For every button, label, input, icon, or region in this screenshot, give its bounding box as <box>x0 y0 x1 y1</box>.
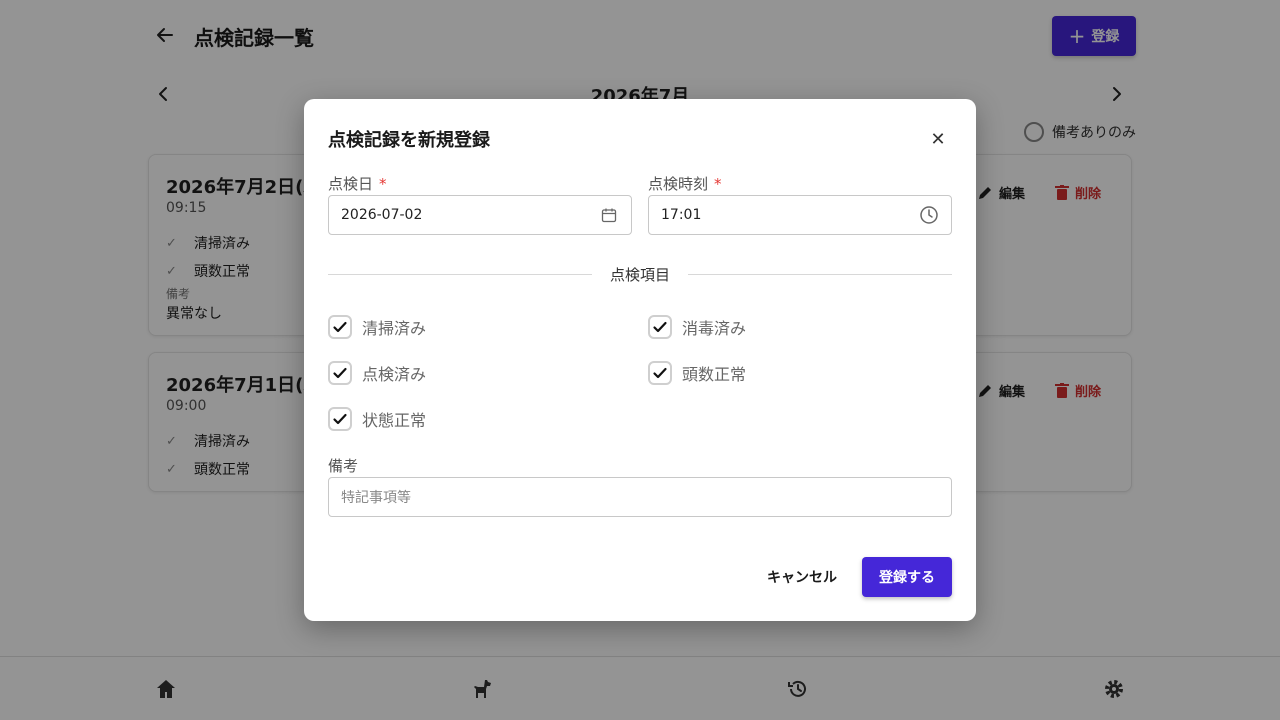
checkbox-condition-normal[interactable]: 状態正常 <box>328 407 426 431</box>
cancel-button[interactable]: キャンセル <box>754 557 850 597</box>
checkbox-checked-icon <box>328 315 352 339</box>
required-mark: * <box>379 175 387 193</box>
time-field-label: 点検時刻 * <box>648 173 722 194</box>
checkbox-label: 状態正常 <box>362 411 427 430</box>
note-field-label: 備考 <box>328 457 359 475</box>
checkbox-label: 清掃済み <box>362 319 427 338</box>
close-icon[interactable]: ✕ <box>928 129 948 150</box>
checkbox-headcount-normal[interactable]: 頭数正常 <box>648 361 746 385</box>
date-label-text: 点検日 <box>328 175 374 193</box>
section-divider-right <box>688 274 952 275</box>
time-value: 17:01 <box>661 207 702 223</box>
date-field-label: 点検日 * <box>328 173 387 194</box>
note-placeholder: 特記事項等 <box>341 490 411 506</box>
required-mark: * <box>714 175 722 193</box>
submit-button[interactable]: 登録する <box>862 557 952 597</box>
checkbox-cleaned[interactable]: 清掃済み <box>328 315 426 339</box>
note-input[interactable]: 特記事項等 <box>328 477 952 517</box>
time-label-text: 点検時刻 <box>648 175 709 193</box>
time-field[interactable]: 17:01 <box>648 195 952 235</box>
checkbox-checked-icon <box>648 361 672 385</box>
checkbox-disinfected[interactable]: 消毒済み <box>648 315 746 339</box>
date-value: 2026-07-02 <box>341 207 423 223</box>
checkbox-checked-icon <box>328 361 352 385</box>
dialog-title: 点検記録を新規登録 <box>328 130 490 151</box>
checkbox-checked-icon <box>328 407 352 431</box>
checkbox-inspected[interactable]: 点検済み <box>328 361 426 385</box>
calendar-icon[interactable] <box>599 205 619 225</box>
create-record-dialog: 点検記録を新規登録 ✕ 点検日 * 2026-07-02 点検時刻 * 17:01 … <box>304 99 976 621</box>
checkbox-checked-icon <box>648 315 672 339</box>
clock-icon[interactable] <box>919 205 939 225</box>
date-field[interactable]: 2026-07-02 <box>328 195 632 235</box>
checkbox-label: 消毒済み <box>682 319 747 338</box>
checkbox-label: 頭数正常 <box>682 365 747 384</box>
checkbox-label: 点検済み <box>362 365 427 384</box>
